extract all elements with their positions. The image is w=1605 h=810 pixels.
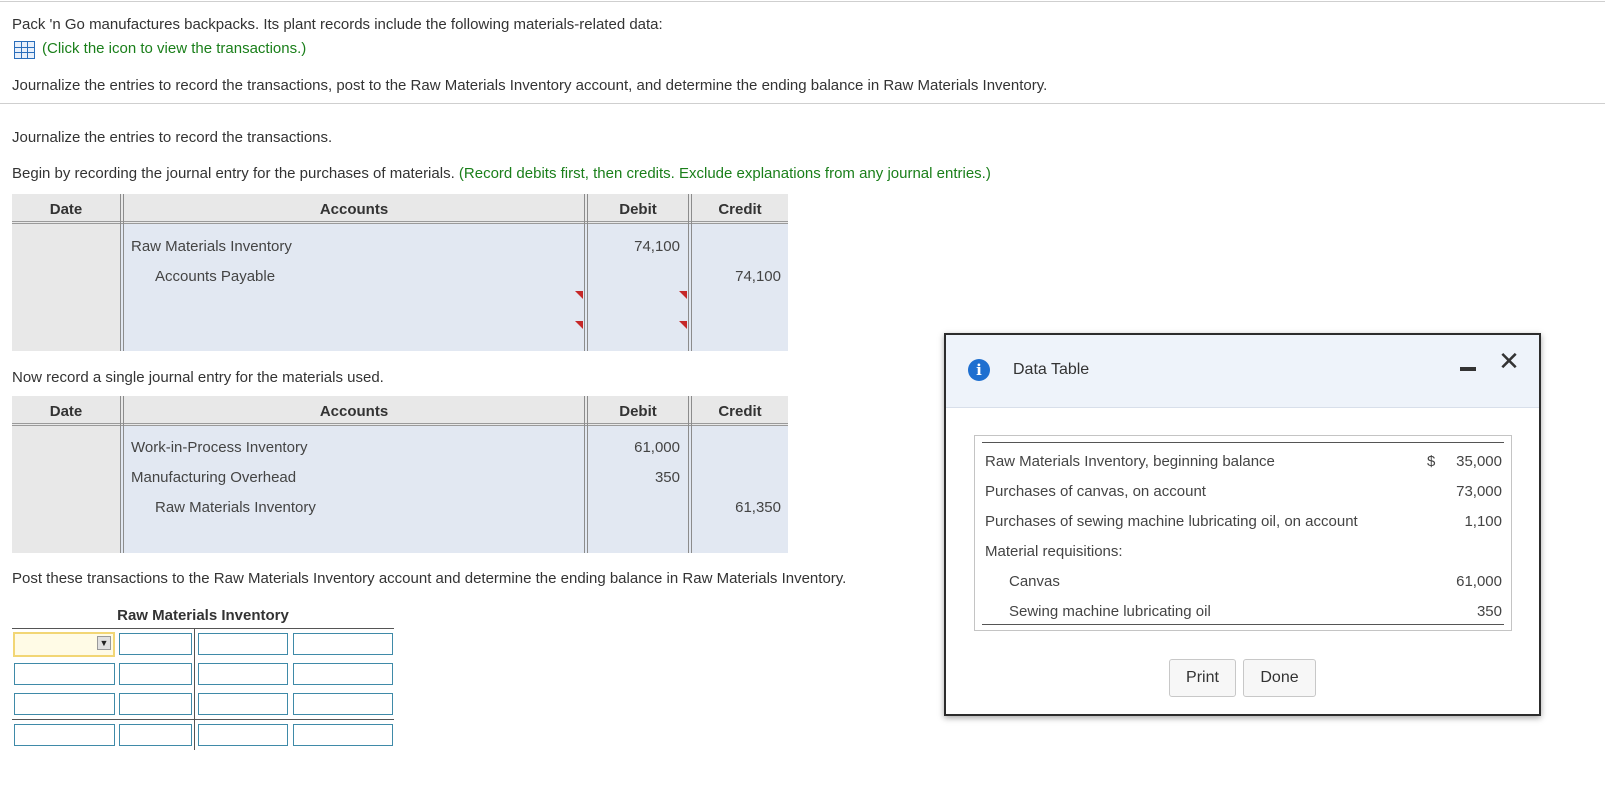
column-divider <box>120 396 124 553</box>
print-button[interactable]: Print <box>1169 659 1236 697</box>
header-accounts: Accounts <box>319 403 389 420</box>
column-divider <box>584 396 588 553</box>
journal-table-purchases: Date Accounts Debit Credit Raw Materials… <box>12 194 788 351</box>
header-debit: Debit <box>619 403 657 420</box>
section-divider <box>0 103 1605 104</box>
row-label: Purchases of sewing machine lubricating … <box>985 513 1358 530</box>
table-row: Sewing machine lubricating oil 350 <box>975 603 1511 633</box>
task-text: Journalize the entries to record the tra… <box>12 77 1048 94</box>
transactions-table: Raw Materials Inventory, beginning balan… <box>974 435 1512 631</box>
error-flag <box>575 321 583 329</box>
account-cell[interactable]: Accounts Payable <box>155 268 275 285</box>
header-debit: Debit <box>619 201 657 218</box>
column-divider <box>688 194 692 351</box>
debit-cell[interactable]: 350 <box>592 469 680 486</box>
t-account-amount-input[interactable] <box>293 724 393 746</box>
t-account-amount-input[interactable] <box>119 633 192 655</box>
dialog-title: Data Table <box>1013 361 1090 378</box>
t-account-title: Raw Materials Inventory <box>117 607 289 624</box>
t-account-amount-input[interactable] <box>119 724 192 746</box>
top-divider <box>0 1 1605 2</box>
table-row: Purchases of canvas, on account 73,000 <box>975 483 1511 513</box>
t-account-amount-input[interactable] <box>293 693 393 715</box>
chevron-down-icon[interactable]: ▼ <box>97 636 111 650</box>
table-row: Material requisitions: <box>975 543 1511 573</box>
row-label: Canvas <box>1009 573 1060 590</box>
close-icon[interactable]: ✕ <box>1497 347 1521 375</box>
t-account-label-input[interactable] <box>14 724 115 746</box>
debit-cell[interactable]: 74,100 <box>592 238 680 255</box>
row-value: 61,000 <box>1456 573 1502 590</box>
column-divider <box>688 396 692 553</box>
table-header: Date Accounts Debit Credit <box>12 194 788 224</box>
instruction-note: (Record debits first, then credits. Excl… <box>458 165 991 182</box>
instruction-text: Begin by recording the journal entry for… <box>12 165 455 182</box>
account-cell[interactable]: Work-in-Process Inventory <box>131 439 307 456</box>
t-account-total-line <box>12 719 394 720</box>
t-account-amount-input[interactable] <box>293 633 393 655</box>
table-row: Purchases of sewing machine lubricating … <box>975 513 1511 543</box>
journal-table-materials-used: Date Accounts Debit Credit Work-in-Proce… <box>12 396 788 553</box>
t-account-label-input[interactable] <box>198 633 288 655</box>
t-account-divider <box>194 628 195 750</box>
credit-cell[interactable]: 61,350 <box>696 499 781 516</box>
view-transactions-link[interactable]: (Click the icon to view the transactions… <box>42 40 306 57</box>
t-account-amount-input[interactable] <box>119 693 192 715</box>
header-accounts: Accounts <box>319 201 389 218</box>
row-value: 35,000 <box>1456 453 1502 470</box>
data-table-icon[interactable] <box>14 41 35 59</box>
column-divider <box>584 194 588 351</box>
dialog-header: i Data Table ✕ <box>946 335 1539 408</box>
data-table-dialog: i Data Table ✕ Raw Materials Inventory, … <box>944 333 1541 716</box>
t-account-top-line <box>12 628 394 629</box>
table-top-rule <box>982 442 1504 443</box>
error-flag <box>679 291 687 299</box>
row-label: Raw Materials Inventory, beginning balan… <box>985 453 1275 470</box>
part3-instruction: Post these transactions to the Raw Mater… <box>12 570 847 587</box>
done-button[interactable]: Done <box>1243 659 1316 697</box>
part1-heading: Journalize the entries to record the tra… <box>12 129 333 146</box>
info-icon: i <box>968 359 990 381</box>
minimize-icon[interactable] <box>1460 367 1476 371</box>
account-cell[interactable]: Raw Materials Inventory <box>155 499 316 516</box>
intro-text: Pack 'n Go manufactures backpacks. Its p… <box>12 16 663 33</box>
table-row: Raw Materials Inventory, beginning balan… <box>975 453 1511 483</box>
t-account-label-input[interactable] <box>14 663 115 685</box>
row-value: 1,100 <box>1464 513 1502 530</box>
t-account-label-input[interactable] <box>14 693 115 715</box>
row-label: Sewing machine lubricating oil <box>1009 603 1211 620</box>
t-account-label-select[interactable]: ▼ <box>13 632 115 657</box>
account-cell[interactable]: Manufacturing Overhead <box>131 469 296 486</box>
dollar-sign: $ <box>1427 453 1436 470</box>
date-column[interactable] <box>12 426 120 553</box>
table-row: Canvas 61,000 <box>975 573 1511 603</box>
row-value: 350 <box>1476 603 1502 620</box>
account-cell[interactable]: Raw Materials Inventory <box>131 238 292 255</box>
t-account-label-input[interactable] <box>198 663 288 685</box>
credit-cell[interactable]: 74,100 <box>696 268 781 285</box>
t-account-label-input[interactable] <box>198 693 288 715</box>
row-label: Material requisitions: <box>985 543 1123 560</box>
table-header: Date Accounts Debit Credit <box>12 396 788 426</box>
header-credit: Credit <box>718 403 762 420</box>
debit-cell[interactable]: 61,000 <box>592 439 680 456</box>
row-label: Purchases of canvas, on account <box>985 483 1206 500</box>
column-divider <box>120 194 124 351</box>
part1-instruction: Begin by recording the journal entry for… <box>12 165 991 182</box>
table-bottom-rule <box>982 624 1504 625</box>
part2-instruction: Now record a single journal entry for th… <box>12 369 384 386</box>
error-flag <box>575 291 583 299</box>
t-account-amount-input[interactable] <box>293 663 393 685</box>
header-date: Date <box>49 201 83 218</box>
header-credit: Credit <box>718 201 762 218</box>
date-column[interactable] <box>12 224 120 351</box>
t-account-amount-input[interactable] <box>119 663 192 685</box>
row-value: 73,000 <box>1456 483 1502 500</box>
t-account-label-input[interactable] <box>198 724 288 746</box>
header-date: Date <box>49 403 83 420</box>
error-flag <box>679 321 687 329</box>
